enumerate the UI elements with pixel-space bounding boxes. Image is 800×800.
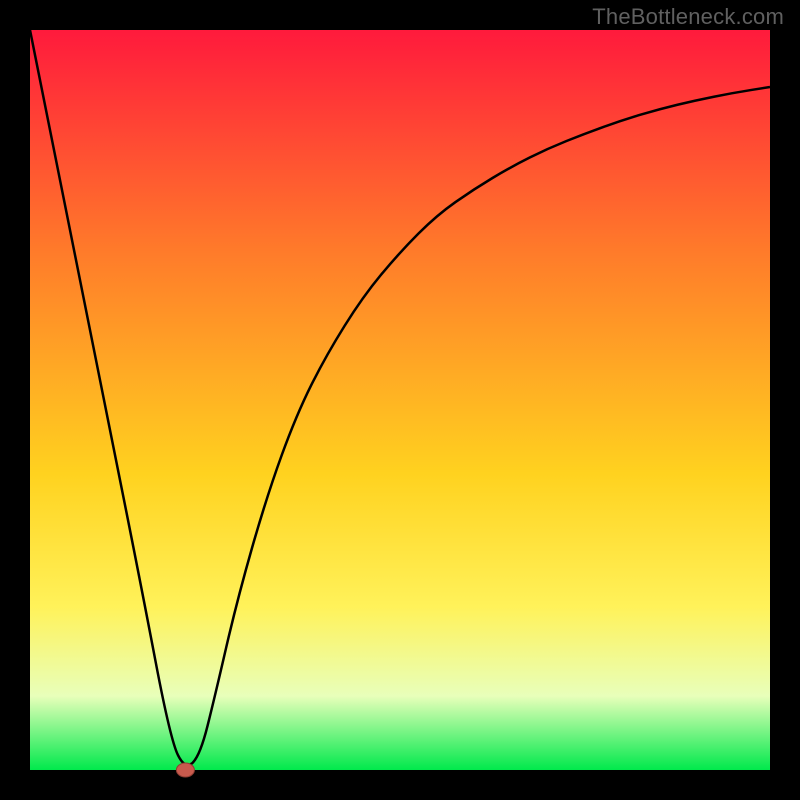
chart-plot-area (30, 30, 770, 770)
optimal-point-marker (176, 763, 194, 777)
chart-container: { "watermark": "TheBottleneck.com", "col… (0, 0, 800, 800)
bottleneck-chart (0, 0, 800, 800)
watermark-text: TheBottleneck.com (592, 4, 784, 30)
